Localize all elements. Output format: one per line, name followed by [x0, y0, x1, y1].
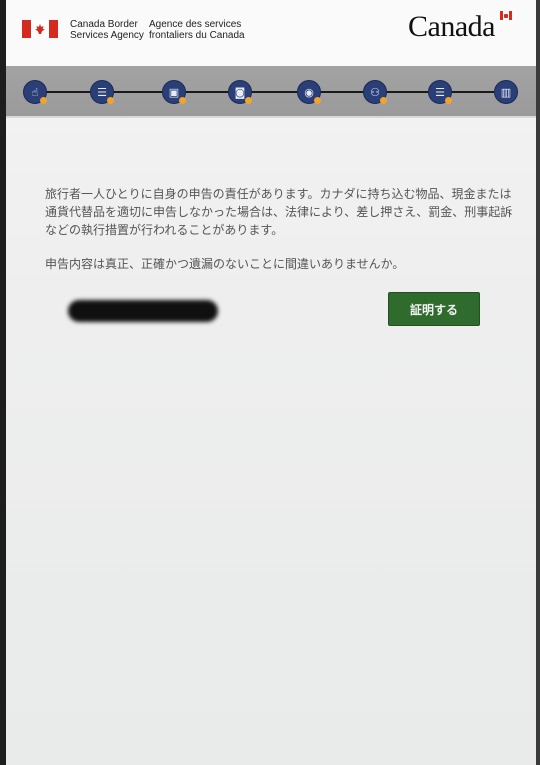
agency-name-english: Canada Border Services Agency — [70, 19, 146, 41]
step-list-icon: ☰ — [90, 80, 114, 104]
wordmark-flag-icon — [500, 11, 512, 20]
canada-wordmark: Canada — [408, 10, 495, 43]
declaration-text: 旅行者一人ひとりに自身の申告の責任があります。カナダに持ち込む物品、現金または通… — [45, 187, 513, 237]
step-camera-icon: ◙ — [228, 80, 252, 104]
main-content: 旅行者一人ひとりに自身の申告の責任があります。カナダに持ち込む物品、現金または通… — [6, 120, 536, 765]
agency-en-line1: Canada Border — [70, 19, 138, 30]
canada-flag-icon — [22, 20, 58, 38]
progress-steps: ☝ ☰ ▣ ◙ ◉ ⚇ ☰ ▥ — [6, 66, 536, 118]
step-checklist-icon: ☰ — [428, 80, 452, 104]
certify-button[interactable]: 証明する — [388, 292, 480, 326]
step-hand-pointer-icon: ☝ — [23, 80, 47, 104]
step-people-icon: ⚇ — [363, 80, 387, 104]
header: Canada Border Services Agency Agence des… — [6, 0, 536, 66]
redacted-name — [68, 300, 218, 322]
step-fingerprint-icon: ◉ — [297, 80, 321, 104]
agency-name-french: Agence des services frontaliers du Canad… — [149, 19, 249, 41]
step-passport-icon: ▣ — [162, 80, 186, 104]
kiosk-screen: Canada Border Services Agency Agence des… — [6, 0, 536, 765]
certification-question: 申告内容は真正、正確かつ遺漏のないことに間違いありませんか。 — [45, 257, 405, 271]
step-building-icon: ▥ — [494, 80, 518, 104]
device-bezel-right — [536, 0, 540, 765]
agency-en-line2: Services Agency — [70, 30, 144, 41]
agency-fr-line1: Agence des services — [149, 19, 242, 30]
agency-fr-line2: frontaliers du Canada — [149, 30, 245, 41]
